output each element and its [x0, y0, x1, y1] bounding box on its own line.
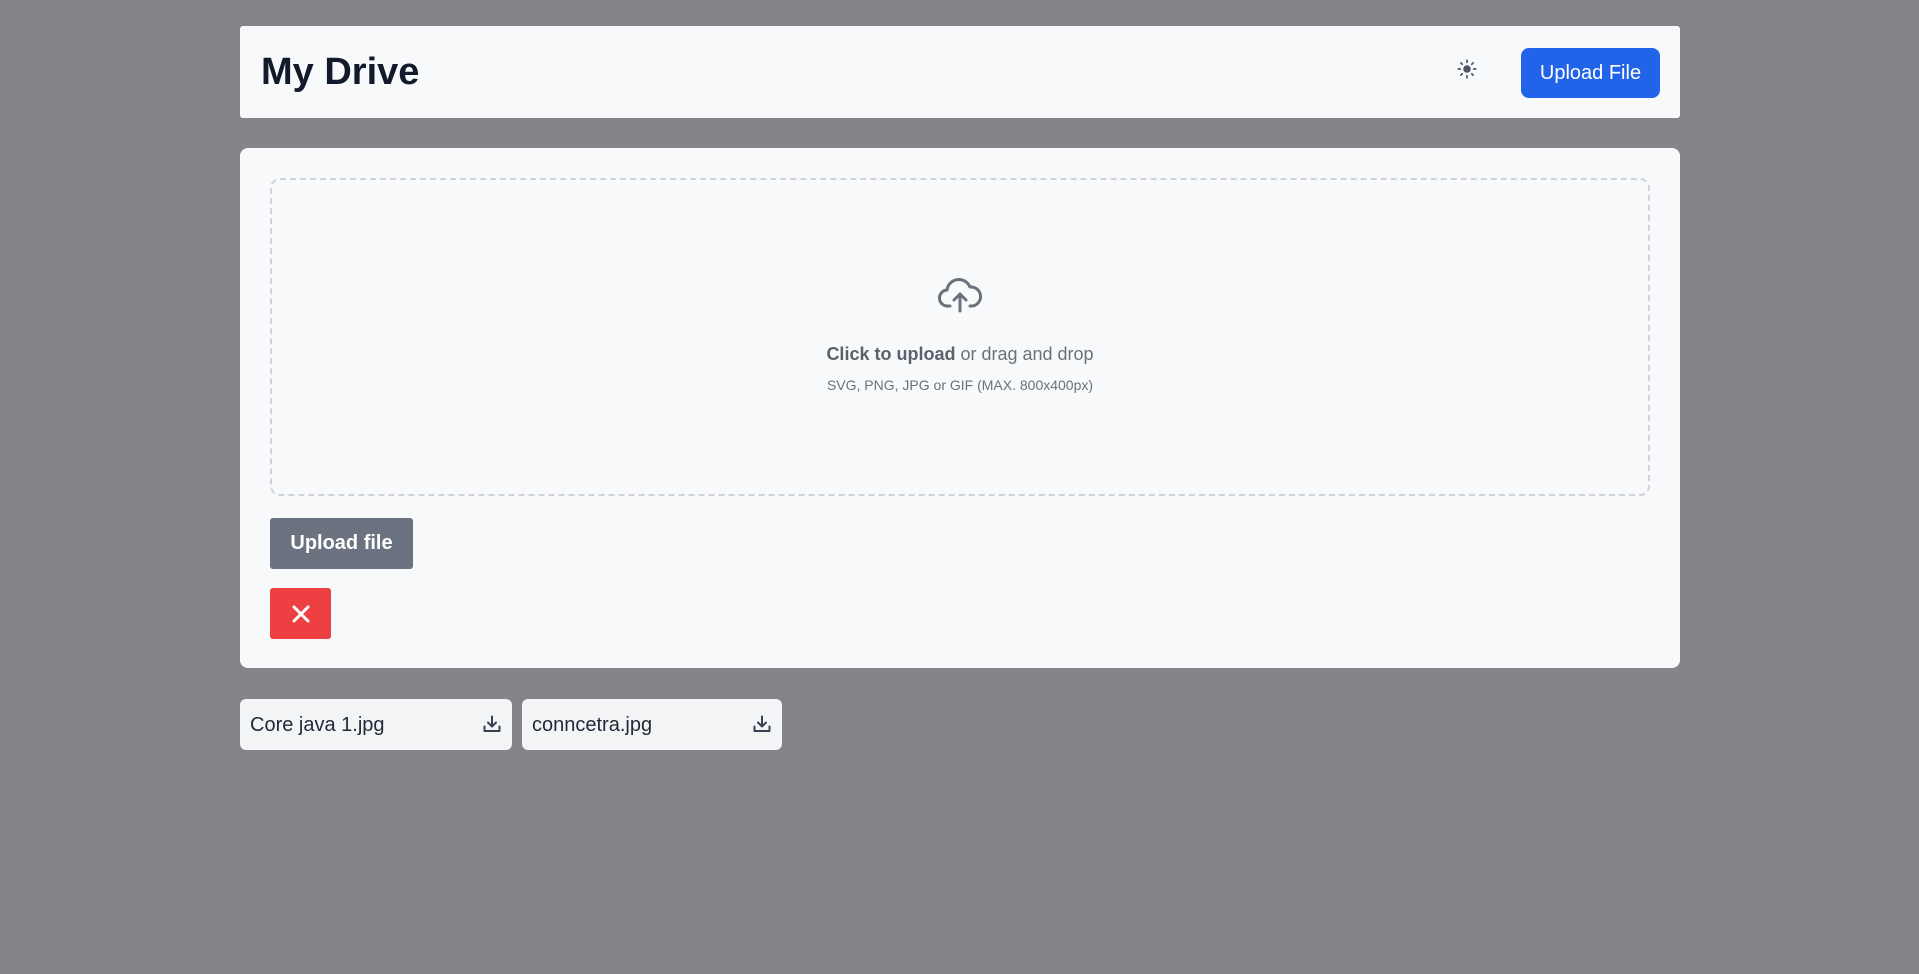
file-name: conncetra.jpg	[532, 714, 653, 736]
header-upload-button[interactable]: Upload File	[1521, 48, 1660, 98]
cancel-button[interactable]	[270, 588, 331, 639]
page-title: My Drive	[261, 51, 420, 93]
theme-toggle-button[interactable]	[1450, 52, 1484, 86]
file-item[interactable]: Core java 1.jpg	[240, 699, 512, 750]
upload-card: Click to upload or drag and drop SVG, PN…	[240, 148, 1680, 668]
file-item[interactable]: conncetra.jpg	[522, 699, 782, 750]
sun-icon	[1457, 59, 1477, 79]
app-header: My Drive Upload File	[240, 26, 1680, 118]
close-icon	[292, 605, 309, 622]
dropzone-instructions: Click to upload or drag and drop	[272, 343, 1648, 365]
upload-file-button[interactable]: Upload file	[270, 518, 413, 569]
file-dropzone[interactable]: Click to upload or drag and drop SVG, PN…	[270, 178, 1650, 496]
dropzone-hint: SVG, PNG, JPG or GIF (MAX. 800x400px)	[826, 377, 1094, 393]
cloud-upload-icon	[938, 278, 982, 313]
file-name: Core java 1.jpg	[250, 714, 385, 736]
click-to-upload-text: Click to upload	[826, 344, 956, 364]
drag-drop-text: or drag and drop	[955, 344, 1094, 364]
page: My Drive Upload File Click to upload or …	[0, 0, 1919, 974]
download-icon[interactable]	[752, 714, 772, 734]
download-icon[interactable]	[482, 714, 502, 734]
